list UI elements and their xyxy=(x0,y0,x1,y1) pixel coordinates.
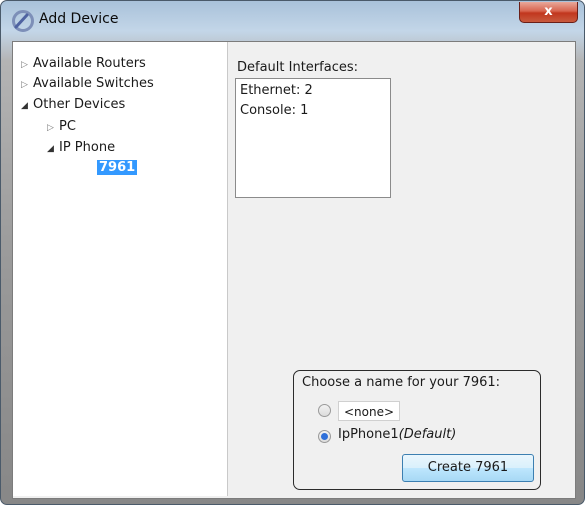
window-title: Add Device xyxy=(39,11,119,27)
tree-item-other-devices[interactable]: ◢ Other Devices xyxy=(21,97,125,112)
title-bar: Add Device x xyxy=(1,1,584,37)
default-interfaces-label: Default Interfaces: xyxy=(237,60,358,75)
add-device-dialog: Add Device x ▷ Available Routers ▷ Availab… xyxy=(0,0,585,505)
close-button[interactable]: x xyxy=(519,2,578,23)
create-device-button[interactable]: Create 7961 xyxy=(402,454,534,482)
tree-item-available-routers[interactable]: ▷ Available Routers xyxy=(21,56,146,71)
default-name-option[interactable]: IpPhone1(Default) xyxy=(338,427,456,442)
device-tree[interactable]: ▷ Available Routers ▷ Available Switches ◢… xyxy=(13,42,228,496)
default-suffix: (Default) xyxy=(398,427,457,442)
dialog-content: ▷ Available Routers ▷ Available Switches ◢… xyxy=(12,41,576,499)
interface-item: Ethernet: 2 xyxy=(240,83,313,98)
tree-item-available-switches[interactable]: ▷ Available Switches xyxy=(21,76,154,91)
app-logo-icon xyxy=(12,10,34,32)
selected-device-label: 7961 xyxy=(97,160,138,175)
device-name-group: Choose a name for your 7961: <none> IpPh… xyxy=(293,370,541,490)
default-interfaces-list: Ethernet: 2 Console: 1 xyxy=(235,78,391,198)
default-name-radio[interactable] xyxy=(318,430,331,443)
tree-item-pc[interactable]: ▷ PC xyxy=(47,119,76,134)
tree-item-ip-phone[interactable]: ◢ IP Phone xyxy=(47,140,115,155)
device-name-prompt: Choose a name for your 7961: xyxy=(302,375,501,390)
expanded-arrow-icon[interactable]: ◢ xyxy=(21,101,33,111)
none-name-radio[interactable] xyxy=(318,404,331,417)
default-name-value: IpPhone1 xyxy=(338,427,399,442)
collapsed-arrow-icon[interactable]: ▷ xyxy=(47,123,59,133)
expanded-arrow-icon[interactable]: ◢ xyxy=(47,144,59,154)
custom-name-input[interactable]: <none> xyxy=(338,401,400,421)
collapsed-arrow-icon[interactable]: ▷ xyxy=(21,80,33,90)
tree-item-7961[interactable]: 7961 xyxy=(97,160,138,175)
interface-item: Console: 1 xyxy=(240,103,309,118)
collapsed-arrow-icon[interactable]: ▷ xyxy=(21,60,33,70)
